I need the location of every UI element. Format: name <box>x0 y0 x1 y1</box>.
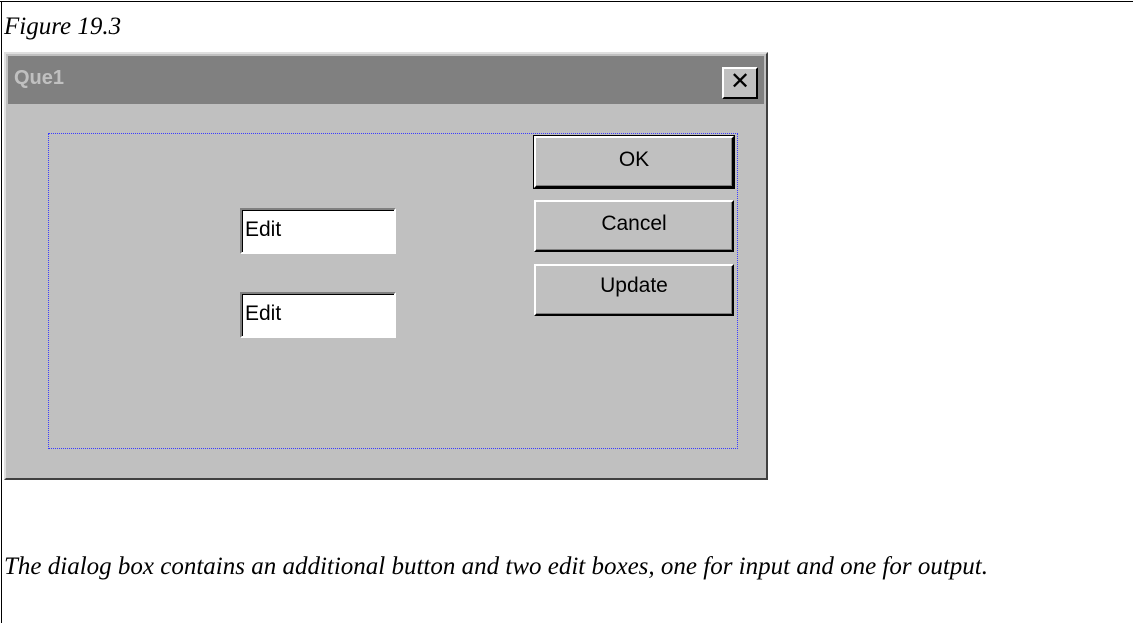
dialog-title: Que1 <box>14 67 65 89</box>
frame-top-border <box>0 1 1133 2</box>
ok-button[interactable]: OK <box>533 135 735 189</box>
dialog-titlebar[interactable]: Que1 ✕ <box>8 56 764 104</box>
figure-title: Figure 19.3 <box>4 13 122 40</box>
edit-box-input[interactable]: Edit <box>240 208 396 254</box>
figure-caption: The dialog box contains an additional bu… <box>4 553 988 580</box>
close-button[interactable]: ✕ <box>722 67 758 99</box>
dialog-window: Que1 ✕ Edit Edit OK Cancel Update <box>4 52 768 480</box>
close-icon: ✕ <box>729 68 751 95</box>
cancel-button[interactable]: Cancel <box>534 200 734 252</box>
frame-left-border <box>1 1 2 623</box>
update-button[interactable]: Update <box>534 264 734 316</box>
edit-box-output[interactable]: Edit <box>240 292 396 338</box>
